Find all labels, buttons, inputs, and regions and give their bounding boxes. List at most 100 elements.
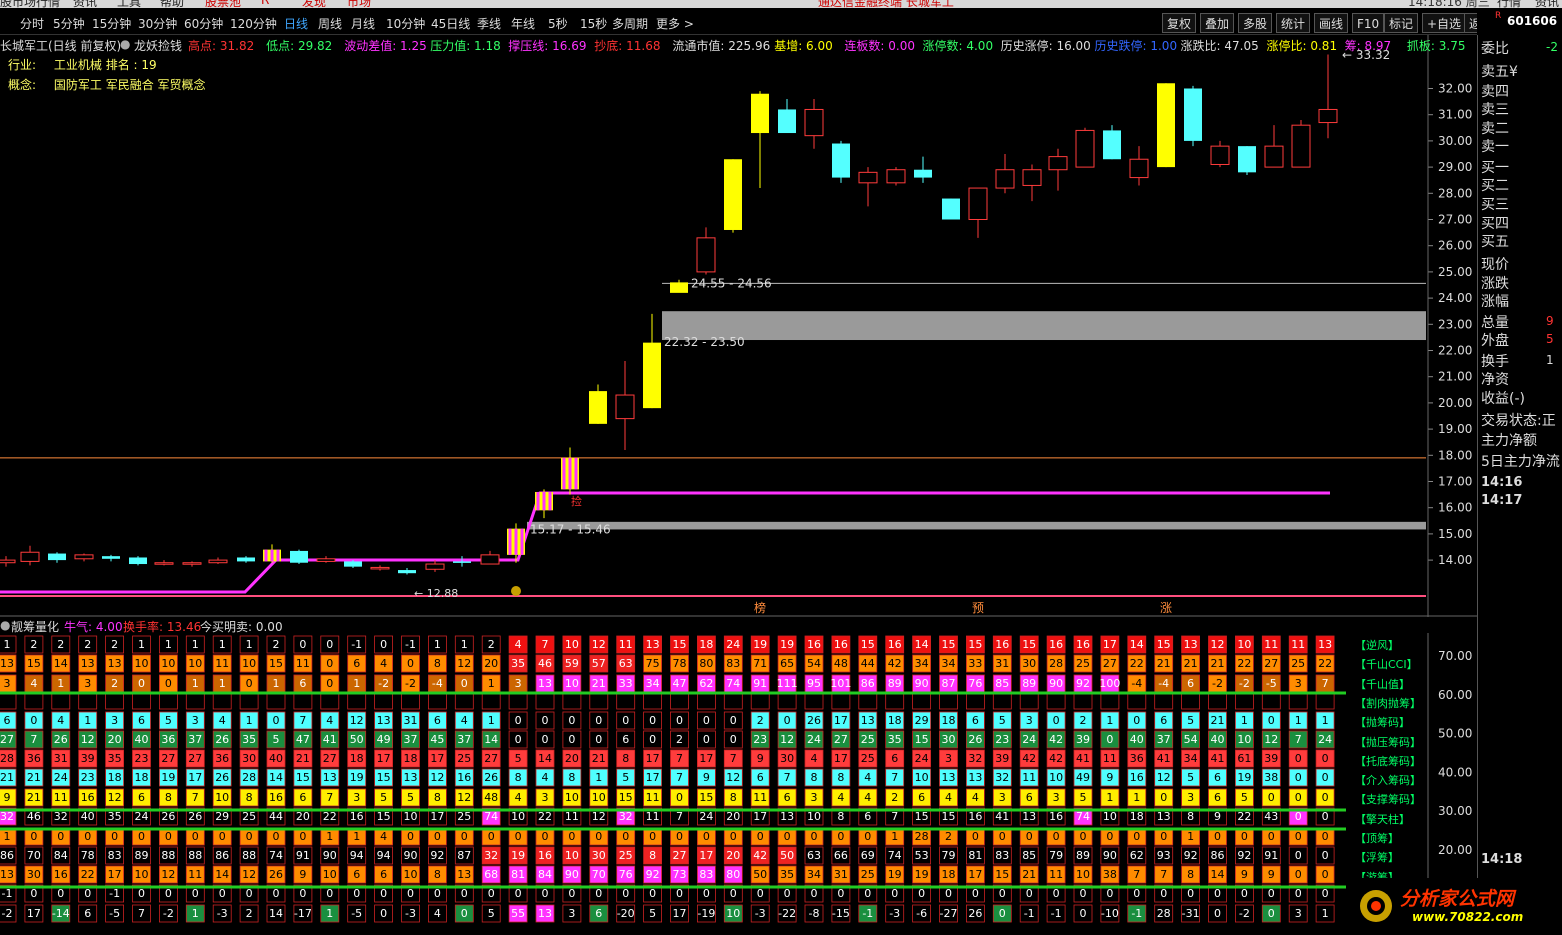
menu-right-0[interactable]: 行情 [1497,0,1521,8]
candle[interactable] [507,523,525,563]
candle[interactable] [102,554,120,562]
period-tab-3[interactable]: 30分钟 [138,15,177,32]
candle[interactable] [724,159,742,233]
period-tab-5[interactable]: 120分钟 [230,15,277,32]
candle[interactable] [1075,127,1095,168]
candle[interactable] [535,489,553,519]
candle[interactable] [995,154,1015,194]
period-tab-6[interactable]: 日线 [284,15,308,32]
grid-value: 7 [676,771,683,784]
grid-value: 6 [353,868,360,881]
candle[interactable] [263,544,281,563]
grid-value: 34 [807,868,821,881]
candle[interactable] [398,567,416,575]
candle[interactable] [1184,85,1202,147]
candle[interactable] [1318,54,1338,139]
candle[interactable] [832,140,850,183]
period-tab-15[interactable]: 多周期 [612,15,648,32]
candle[interactable] [480,550,500,565]
candle[interactable] [886,167,906,186]
candle[interactable] [914,156,932,183]
candle[interactable] [1157,83,1175,168]
indicator-chart[interactable]: 1 2 2 2 2 1 1 1 1 1 2 0 0 -1 0 -1 1 1 2 4 7 10 12 11 13 15 18 24 19 1… [0,633,1477,935]
menu-item-3[interactable]: 帮助 [160,0,184,8]
candle[interactable] [589,384,607,424]
candle[interactable] [20,545,40,566]
candle[interactable] [1210,140,1230,168]
candle[interactable] [237,556,255,563]
toolbar-btn-7[interactable]: +自选 [1422,13,1467,33]
grid-value: 0 [649,733,656,746]
candle[interactable] [858,167,878,207]
period-tab-12[interactable]: 年线 [511,15,535,32]
menu-item-1[interactable]: 资讯 [73,0,97,8]
menu-item-0[interactable]: 股市场行情 [0,0,60,8]
candle[interactable] [0,556,16,567]
menu-right-1[interactable]: 资讯 [1535,0,1559,8]
candle[interactable] [154,560,174,566]
candle[interactable] [643,313,661,409]
candle[interactable] [1238,146,1256,175]
period-tab-8[interactable]: 月线 [351,15,375,32]
menu-item-7[interactable]: 市场 [347,0,371,8]
strategy-dot-icon[interactable]: ● [120,37,130,51]
period-tab-7[interactable]: 周线 [318,15,342,32]
grid-value: 0 [784,887,791,900]
grid-value: 0 [407,657,414,670]
toolbar-btn-6[interactable]: 标记 [1384,13,1419,33]
candle[interactable] [48,552,66,563]
candle[interactable] [1264,125,1284,168]
toolbar-btn-4[interactable]: 画线 [1314,13,1349,33]
candle[interactable] [129,556,147,566]
candle[interactable] [182,561,202,567]
candle[interactable] [804,98,824,149]
candle[interactable] [615,360,635,451]
toolbar-btn-3[interactable]: 统计 [1276,13,1311,33]
toolbar-btn-2[interactable]: 多股 [1238,13,1273,33]
candle[interactable] [74,553,94,562]
candle[interactable] [290,549,308,565]
period-tab-1[interactable]: 5分钟 [53,15,85,32]
kline-chart[interactable]: 32.00 31.00 30.00 29.00 28.00 27.00 26.00 25.00… [0,35,1477,617]
candle[interactable] [1129,146,1149,186]
candle[interactable] [968,187,988,238]
candle[interactable] [696,227,716,275]
indicator-dot-icon[interactable]: ● [0,618,10,632]
candle-stripe [276,549,280,562]
period-tab-0[interactable]: 分时 [20,15,44,32]
candle[interactable] [1048,148,1068,191]
candle[interactable] [561,447,579,495]
period-tab-16[interactable]: 更多 > [656,15,694,32]
candle[interactable] [751,91,769,189]
candle[interactable] [1291,119,1311,168]
menu-item-5[interactable]: R [261,0,269,7]
grid-value: 37 [188,733,202,746]
candle[interactable] [670,279,688,293]
period-tab-2[interactable]: 15分钟 [92,15,131,32]
period-tab-10[interactable]: 45日线 [431,15,470,32]
candle[interactable] [453,556,471,567]
grid-value: 91 [1264,849,1278,862]
candle[interactable] [370,565,390,571]
candle[interactable] [942,198,960,220]
candle[interactable] [1022,164,1042,202]
toolbar-btn-0[interactable]: 复权 [1162,13,1197,33]
menu-item-2[interactable]: 工具 [117,0,141,8]
period-tab-4[interactable]: 60分钟 [184,15,223,32]
candle[interactable] [208,557,228,565]
candle[interactable] [425,560,445,572]
period-tab-11[interactable]: 季线 [477,15,501,32]
menu-item-6[interactable]: 发现 [302,0,326,8]
toolbar-btn-5[interactable]: F10 [1352,13,1385,33]
grid-value: 7 [1295,733,1302,746]
toolbar-btn-1[interactable]: 叠加 [1200,13,1235,33]
period-tab-13[interactable]: 5秒 [548,15,568,32]
ind-axis-label: 50.00 [1438,727,1472,741]
period-tab-14[interactable]: 15秒 [580,15,607,32]
menu-item-4[interactable]: 股票池 [205,0,241,8]
candle[interactable] [316,556,336,563]
candle[interactable] [1103,125,1121,160]
candle[interactable] [778,98,796,134]
period-tab-9[interactable]: 10分钟 [386,15,425,32]
candle-body [1048,156,1068,171]
